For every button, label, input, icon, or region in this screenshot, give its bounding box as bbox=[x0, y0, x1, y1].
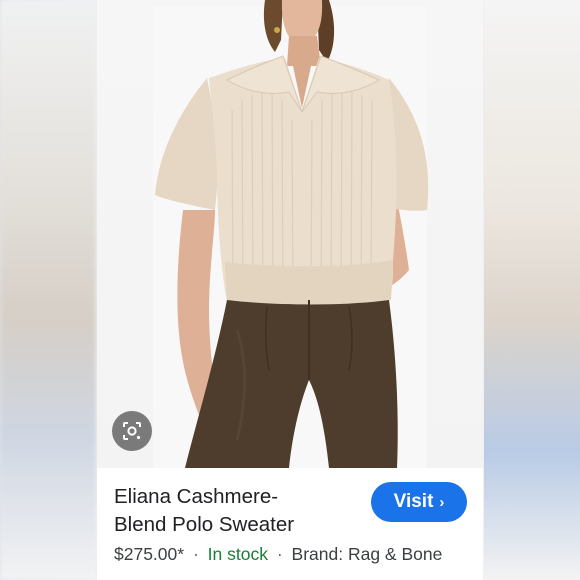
product-card[interactable]: Eliana Cashmere- Blend Polo Sweater Visi… bbox=[97, 0, 483, 580]
product-title[interactable]: Eliana Cashmere- Blend Polo Sweater bbox=[114, 483, 364, 539]
visit-button[interactable]: Visit › bbox=[371, 482, 467, 522]
brand: Brand: Rag & Bone bbox=[291, 544, 443, 564]
separator-dot: · bbox=[192, 544, 199, 564]
model-figure bbox=[155, 0, 429, 468]
product-title-line1: Eliana Cashmere- bbox=[114, 485, 279, 508]
camera-search-icon bbox=[123, 422, 141, 440]
visit-label: Visit bbox=[393, 491, 434, 512]
background-blur-left bbox=[0, 0, 96, 580]
google-lens-icon[interactable] bbox=[112, 411, 152, 451]
chevron-right-icon: › bbox=[439, 493, 445, 511]
product-image[interactable] bbox=[97, 0, 483, 468]
product-info: Eliana Cashmere- Blend Polo Sweater Visi… bbox=[97, 468, 483, 580]
separator-dot: · bbox=[276, 544, 283, 564]
price: $275.00* bbox=[114, 544, 185, 564]
background-blur-right bbox=[484, 0, 580, 580]
product-title-line2: Blend Polo Sweater bbox=[114, 513, 295, 536]
stock-status: In stock bbox=[207, 544, 268, 564]
product-meta: $275.00* · In stock · Brand: Rag & Bone bbox=[114, 544, 442, 565]
